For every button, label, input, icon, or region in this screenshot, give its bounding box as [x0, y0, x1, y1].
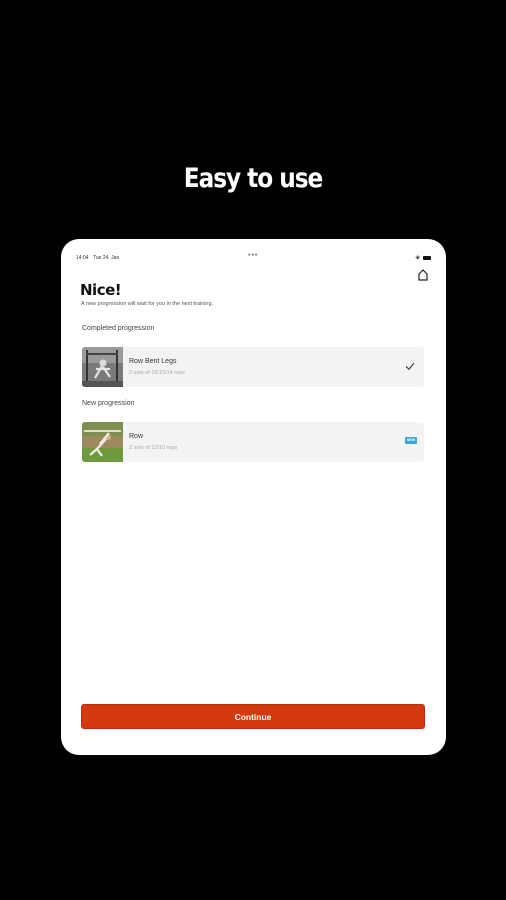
status-bar: 14:04 Tue 24. Jan ••• ◈ [61, 252, 446, 264]
home-icon[interactable] [418, 269, 428, 281]
wifi-icon: ◈ [415, 255, 420, 261]
completed-section-label: Completed progression [82, 325, 155, 332]
exercise-thumbnail [82, 422, 123, 462]
tablet-screen: 14:04 Tue 24. Jan ••• ◈ Nice! A new prog… [61, 239, 446, 755]
exercise-sets: 2 sets of 16/15/14 reps [129, 370, 185, 376]
page-title: Nice! [80, 281, 122, 299]
new-exercise-card[interactable]: Row 2 sets of 12/10 reps NEW [82, 422, 424, 462]
headline: Easy to use [183, 163, 323, 194]
continue-button[interactable]: Continue [81, 704, 425, 729]
battery-icon [423, 256, 431, 260]
check-icon [405, 362, 415, 371]
new-section-label: New progression [82, 400, 135, 407]
page-subtitle: A new progression will wait for you in t… [81, 301, 214, 307]
exercise-thumbnail [82, 347, 123, 387]
status-date: Tue 24. Jan [93, 255, 120, 261]
exercise-name: Row Bent Legs [129, 358, 177, 365]
exercise-sets: 2 sets of 12/10 reps [129, 445, 178, 451]
new-badge: NEW [405, 437, 417, 444]
completed-exercise-card[interactable]: Row Bent Legs 2 sets of 16/15/14 reps [82, 347, 424, 387]
status-time: 14:04 [76, 255, 89, 261]
multitask-dots[interactable]: ••• [248, 252, 258, 259]
exercise-name: Row [129, 433, 144, 440]
